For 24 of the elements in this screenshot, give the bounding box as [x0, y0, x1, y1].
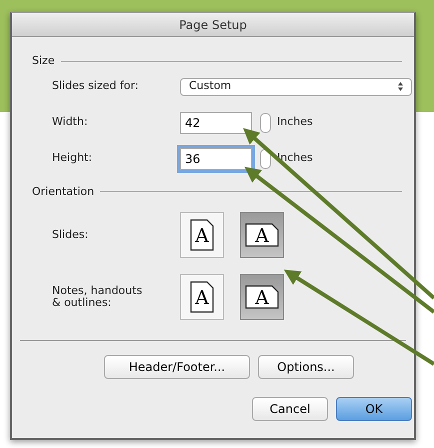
- dialog-button[interactable]: Header/Footer...: [104, 355, 250, 379]
- number-field[interactable]: 42: [180, 112, 252, 134]
- field-label: Height:: [51, 150, 94, 166]
- field-label: Slides:: [51, 228, 90, 242]
- orientation-button[interactable]: A: [240, 212, 284, 258]
- dialog-button[interactable]: Options...: [258, 355, 354, 379]
- section-heading: Size: [32, 53, 55, 69]
- landscape-page-icon: A: [245, 285, 279, 309]
- section-heading: Orientation: [32, 184, 94, 200]
- landscape-page-icon: A: [245, 223, 279, 247]
- unit-label: Inches: [277, 114, 313, 130]
- window-title: Page Setup: [179, 16, 247, 34]
- orientation-button[interactable]: A: [240, 274, 284, 320]
- orientation-button[interactable]: A: [180, 212, 224, 258]
- field-label: Width:: [51, 114, 89, 130]
- dialog-button[interactable]: OK: [336, 397, 412, 421]
- updown-icon: [398, 82, 403, 91]
- portrait-page-icon: A: [190, 219, 214, 251]
- field-label: Slides sized for:: [51, 78, 140, 94]
- portrait-page-icon: A: [190, 281, 214, 313]
- orientation-button[interactable]: A: [180, 274, 224, 320]
- slide-size-dropdown[interactable]: Custom: [180, 78, 412, 96]
- dialog-button[interactable]: Cancel: [252, 397, 328, 421]
- field-label: Notes, handouts & outlines:: [51, 284, 144, 310]
